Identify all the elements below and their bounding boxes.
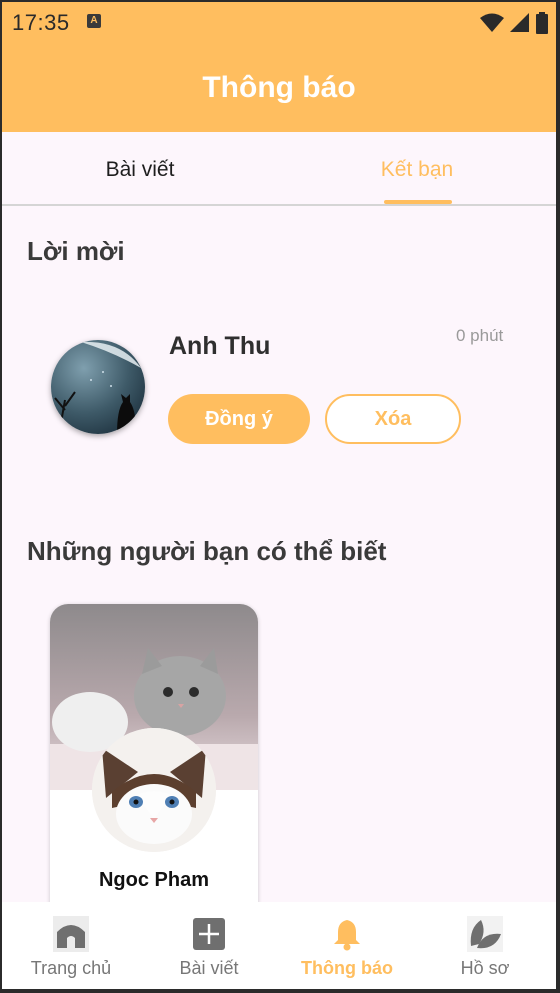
add-post-icon [193,918,225,950]
notification-icon: A [87,14,101,28]
status-icons [480,12,548,34]
delete-button[interactable]: Xóa [325,394,461,444]
nav-label: Thông báo [301,958,393,978]
avatar [92,728,216,852]
nav-notifications[interactable]: Thông báo [278,902,416,989]
avatar[interactable] [51,340,145,434]
tab-posts[interactable]: Bài viết [72,158,208,182]
suggestion-card[interactable]: Ngoc Pham [50,604,258,924]
invite-name: Anh Thu [169,332,271,360]
battery-icon [536,12,548,34]
status-bar: 17:35 A [2,2,556,42]
status-time: 17:35 [12,10,70,35]
wifi-icon [480,13,504,32]
screen: 17:35 A Thông báo Bài viết Kết bạn Lời m… [2,2,556,989]
signal-icon [510,13,529,32]
home-icon [53,916,89,952]
nav-label: Bài viết [179,958,239,978]
nav-posts[interactable]: Bài viết [140,902,278,989]
suggestion-name: Ngoc Pham [98,869,210,891]
suggestions-section-title: Những người bạn có thể biết [27,536,387,566]
invites-section-title: Lời mời [27,236,125,266]
nav-label: Trang chủ [30,958,112,978]
tab-bar: Bài viết Kết bạn [2,132,556,206]
bell-icon [334,920,360,951]
bottom-nav: Trang chủ Bài viết Thông báo Hồ sơ [2,902,556,989]
nav-label: Hồ sơ [460,958,510,978]
nav-home[interactable]: Trang chủ [2,902,140,989]
accept-button[interactable]: Đồng ý [168,394,310,444]
app-bar: Thông báo [2,42,556,132]
nav-profile[interactable]: Hồ sơ [416,902,554,989]
tab-friends[interactable]: Kết bạn [352,158,482,182]
leaf-icon [467,916,503,952]
page-title: Thông báo [202,71,356,104]
invite-time: 0 phút [456,326,504,345]
tab-indicator [384,200,452,204]
